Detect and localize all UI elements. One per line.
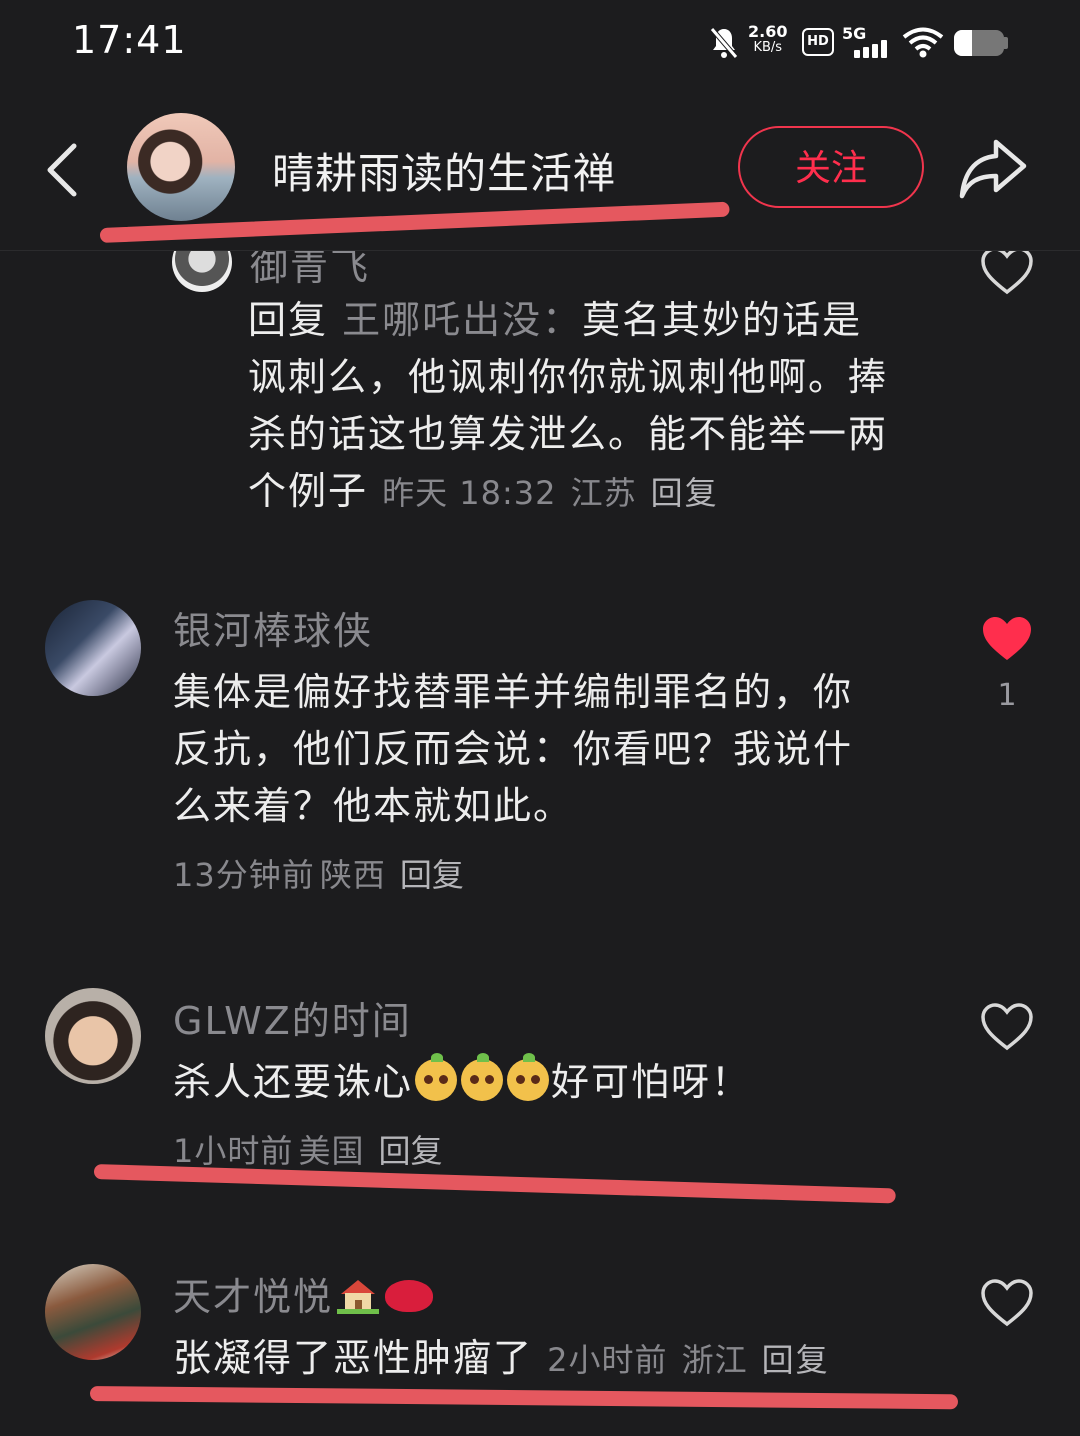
comment-avatar[interactable] <box>45 1264 141 1360</box>
comment-time: 13分钟前 <box>173 856 315 894</box>
reply-button[interactable]: 回复 <box>651 474 719 512</box>
comment-line: 讽刺么，他讽刺你你就讽刺他啊。捧 <box>248 355 889 399</box>
comment-location: 美国 <box>298 1132 365 1170</box>
follow-button[interactable]: 关注 <box>738 126 924 208</box>
battery-icon <box>954 30 1004 56</box>
speed-value: 2.60 <box>748 22 788 41</box>
comment-time: 1小时前 <box>173 1132 294 1170</box>
like-count: 1 <box>997 678 1017 713</box>
reply-target[interactable]: 王哪吒出没： <box>342 298 582 342</box>
comment-text: 集体是偏好找替罪羊并编制罪名的，你 反抗，他们反而会说：你看吧？我说什 么来着？… <box>173 664 933 835</box>
comment-time: 2小时前 <box>547 1341 668 1379</box>
house-emoji-icon <box>337 1280 380 1314</box>
face-emoji-icon <box>507 1053 550 1101</box>
comment-text: 回复 王哪吒出没：莫名其妙的话是 讽刺么，他讽刺你你就讽刺他啊。捧 杀的话这也算… <box>248 292 948 522</box>
comment-location: 江苏 <box>570 474 637 512</box>
face-emoji-icon <box>415 1053 458 1101</box>
annotation-stroke <box>89 1386 959 1410</box>
comment-username[interactable]: GLWZ的时间 <box>173 990 412 1045</box>
annotation-stroke <box>93 1164 896 1204</box>
wifi-icon <box>902 27 944 58</box>
hd-badge: HD <box>802 28 834 56</box>
comment-line-text: 张凝得了恶性肿瘤了 <box>173 1336 534 1380</box>
lips-emoji-icon <box>385 1280 434 1312</box>
signal-bars-icon <box>854 40 887 58</box>
comment-line: 回复 王哪吒出没：莫名其妙的话是 <box>248 292 948 349</box>
author-avatar[interactable] <box>127 113 235 221</box>
back-chevron-icon[interactable] <box>40 140 90 200</box>
comment-text-end: 好可怕呀！ <box>551 1060 752 1104</box>
comment-line-text: 个例子 <box>248 469 369 513</box>
reply-button[interactable]: 回复 <box>378 1132 442 1170</box>
like-heart-icon[interactable] <box>980 1002 1034 1052</box>
reply-prefix: 回复 <box>248 298 329 342</box>
like-heart-icon[interactable] <box>980 246 1034 296</box>
comment-line-text: 莫名其妙的话是 <box>582 298 863 342</box>
comment-line: 么来着？他本就如此。 <box>173 784 574 828</box>
comment-meta: 13分钟前 陕西 回复 <box>173 850 464 896</box>
comment-line: 反抗，他们反而会说：你看吧？我说什 <box>173 727 854 771</box>
comment-username[interactable]: 天才悦悦 <box>173 1266 434 1321</box>
comment-time: 昨天 18:32 <box>382 474 557 512</box>
comment-line: 集体是偏好找替罪羊并编制罪名的，你 <box>173 670 854 714</box>
speed-unit: KB/s <box>753 40 783 55</box>
comment-line: 个例子 昨天 18:32 江苏 回复 <box>248 463 948 522</box>
mute-bell-icon <box>710 27 738 59</box>
comment-username-text: 天才悦悦 <box>173 1275 334 1319</box>
comment-meta: 1小时前 美国 回复 <box>173 1126 443 1172</box>
comment-location: 浙江 <box>681 1341 748 1379</box>
reply-button[interactable]: 回复 <box>762 1341 830 1379</box>
share-arrow-icon[interactable] <box>956 136 1030 202</box>
comment-avatar[interactable] <box>45 600 141 696</box>
comment-text-start: 杀人还要诛心 <box>173 1060 414 1104</box>
comment-text: 杀人还要诛心 好可怕呀！ <box>173 1053 933 1111</box>
battery-level <box>954 30 972 56</box>
comment-line: 杀的话这也算发泄么。能不能举一两 <box>248 412 889 456</box>
reply-button[interactable]: 回复 <box>400 856 464 894</box>
battery-tip <box>1004 37 1008 49</box>
comment-text: 张凝得了恶性肿瘤了 2小时前 浙江 回复 <box>173 1330 973 1389</box>
like-heart-icon[interactable] <box>980 1278 1034 1328</box>
comment-location: 陕西 <box>319 856 386 894</box>
comment-username[interactable]: 银河棒球侠 <box>173 600 373 655</box>
like-heart-filled-icon[interactable] <box>980 614 1034 664</box>
face-emoji-icon <box>461 1053 504 1101</box>
status-time: 17:41 <box>72 18 187 62</box>
author-name[interactable]: 晴耕雨读的生活禅 <box>272 140 616 201</box>
network-speed: 2.60 KB/s <box>748 24 787 56</box>
comment-avatar[interactable] <box>45 988 141 1084</box>
